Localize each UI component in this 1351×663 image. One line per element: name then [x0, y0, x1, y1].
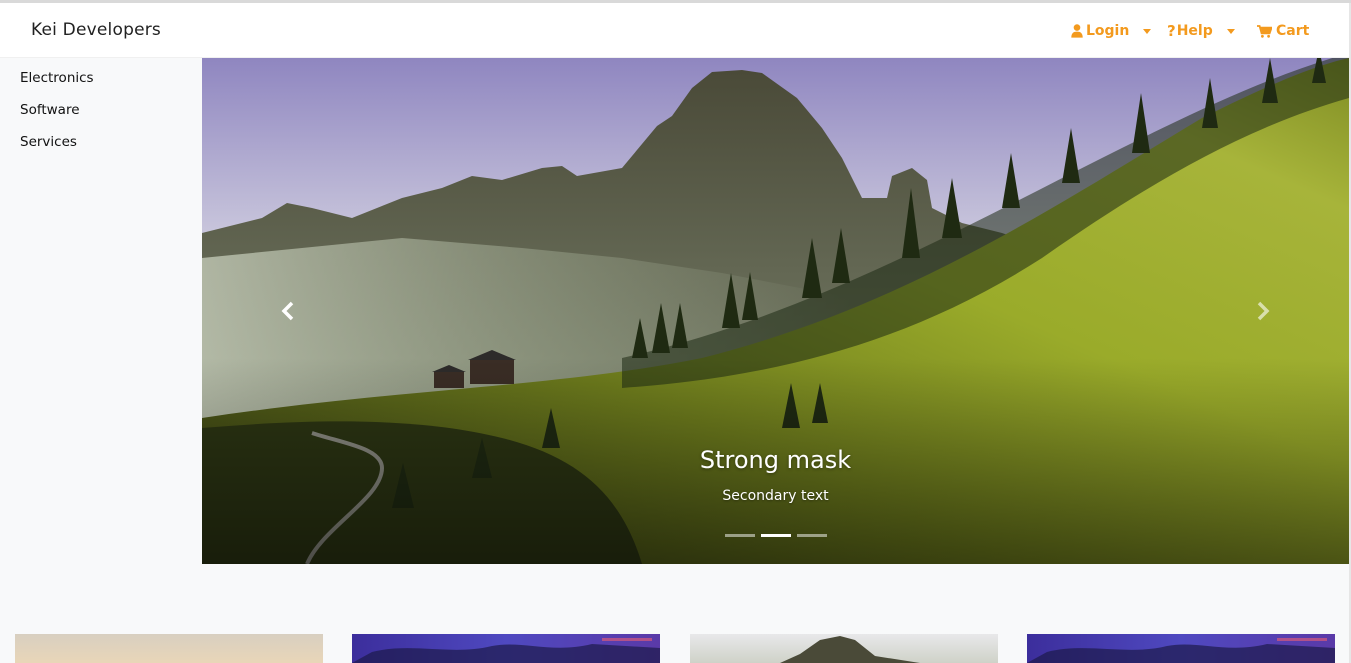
login-caret-icon[interactable]: [1143, 28, 1152, 34]
question-icon: ?: [1167, 22, 1176, 40]
carousel-indicator-1[interactable]: [725, 534, 755, 537]
purple-sky-image: [352, 634, 660, 663]
carousel-next-button[interactable]: [1252, 300, 1274, 322]
sidebar-item-software[interactable]: Software: [20, 102, 80, 118]
carousel-caption-title: Strong mask: [699, 446, 852, 474]
carousel-caption-text: Secondary text: [722, 488, 829, 504]
chevron-right-icon: [1257, 301, 1270, 321]
cart-label: Cart: [1276, 23, 1310, 39]
sidebar-item-services[interactable]: Services: [20, 134, 77, 150]
help-menu[interactable]: ? Help: [1167, 20, 1235, 42]
help-caret-icon[interactable]: [1226, 28, 1235, 34]
cart-link[interactable]: Cart: [1257, 20, 1309, 42]
sidebar-item-electronics[interactable]: Electronics: [20, 70, 94, 86]
purple-sky-image: [1027, 634, 1335, 663]
login-label: Login: [1086, 23, 1130, 39]
hero-carousel: Strong mask Secondary text: [202, 58, 1349, 564]
mountain-image: [690, 634, 998, 663]
chevron-left-icon: [281, 301, 294, 321]
carousel-indicator-2[interactable]: [761, 534, 791, 537]
product-card-3[interactable]: [690, 634, 998, 663]
user-icon: [1071, 24, 1083, 38]
carousel-prev-button[interactable]: [277, 300, 299, 322]
login-menu[interactable]: Login: [1071, 20, 1152, 42]
brand[interactable]: Kei Developers: [31, 20, 161, 40]
sidebar: Electronics Software Services: [0, 58, 202, 564]
cart-icon: [1257, 24, 1272, 38]
product-card-1[interactable]: [15, 634, 323, 663]
help-label: Help: [1176, 23, 1213, 39]
navbar: Kei Developers Login ? Help Cart: [0, 3, 1351, 58]
sunset-landscape-image: [15, 634, 323, 663]
product-card-2[interactable]: [352, 634, 660, 663]
carousel-indicator-3[interactable]: [797, 534, 827, 537]
product-card-4[interactable]: [1027, 634, 1335, 663]
